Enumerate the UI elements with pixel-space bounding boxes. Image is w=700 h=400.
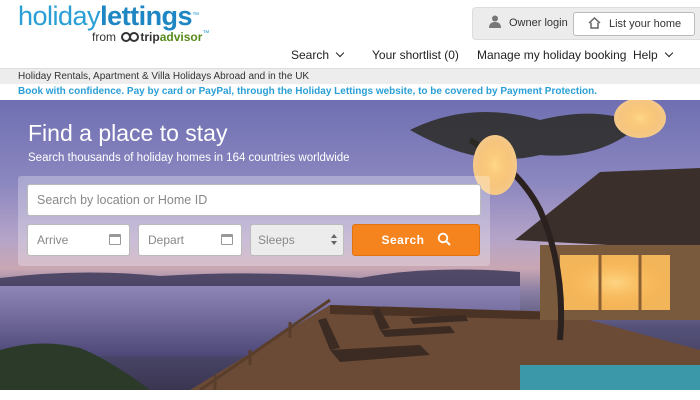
sleeps-select[interactable]: Sleeps [250, 224, 344, 256]
logo-advisor: advisor [159, 30, 203, 44]
tripadvisor-owl-icon [121, 31, 140, 44]
hero-title: Find a place to stay [28, 120, 228, 146]
depart-label: Depart [148, 233, 185, 247]
logo-from: from [92, 30, 116, 44]
hero-banner: Find a place to stay Search thousands of… [0, 100, 700, 390]
search-button-label: Search [381, 233, 425, 247]
location-search-input[interactable] [27, 184, 481, 216]
list-your-home-button[interactable]: List your home [573, 12, 695, 36]
nav-search[interactable]: Search [291, 48, 345, 62]
nav-shortlist[interactable]: Your shortlist (0) [372, 48, 459, 62]
calendar-icon [221, 234, 233, 245]
site-logo[interactable]: holidaylettings™ from tripadvisor™ [18, 1, 209, 44]
logo-word-lettings: lettings [100, 1, 193, 31]
nav-manage-booking[interactable]: Manage my holiday booking [477, 48, 626, 62]
owner-login-link[interactable]: Owner login [489, 15, 568, 31]
nav-manage-label: Manage my holiday booking [477, 48, 627, 62]
magnifier-icon [437, 232, 451, 249]
nav-shortlist-label: Your shortlist (0) [372, 48, 459, 62]
owner-login-label: Owner login [509, 17, 568, 29]
chevron-down-icon [664, 48, 673, 58]
arrive-label: Arrive [37, 233, 69, 247]
calendar-icon [109, 234, 121, 245]
sleeps-label: Sleeps [258, 233, 295, 247]
account-box: Owner login List your home [472, 7, 700, 40]
nav-help[interactable]: Help [633, 48, 673, 62]
depart-date-field[interactable]: Depart [138, 224, 242, 256]
chevron-down-icon [335, 48, 345, 58]
house-icon [588, 16, 601, 32]
logo-tripadvisor: from tripadvisor™ [92, 30, 209, 44]
search-panel: Arrive Depart Sleeps Search [18, 176, 490, 266]
arrive-date-field[interactable]: Arrive [27, 224, 130, 256]
list-your-home-label: List your home [609, 18, 682, 30]
nav-help-label: Help [633, 48, 658, 62]
tripadvisor-trademark: ™ [202, 30, 210, 37]
payment-protection-notice[interactable]: Book with confidence. Pay by card or Pay… [0, 84, 700, 100]
nav-search-label: Search [291, 48, 330, 62]
main-navigation: Search Your shortlist (0) Manage my holi… [0, 48, 700, 64]
user-icon [489, 15, 501, 31]
updown-arrow-icon [331, 234, 337, 245]
tagline-bar: Holiday Rentals, Apartment & Villa Holid… [0, 68, 700, 84]
logo-trip: trip [140, 30, 160, 44]
hero-subtitle: Search thousands of holiday homes in 164… [28, 152, 350, 164]
logo-word-holiday: holiday [18, 1, 101, 31]
logo-trademark: ™ [192, 12, 199, 19]
search-button[interactable]: Search [352, 224, 480, 256]
